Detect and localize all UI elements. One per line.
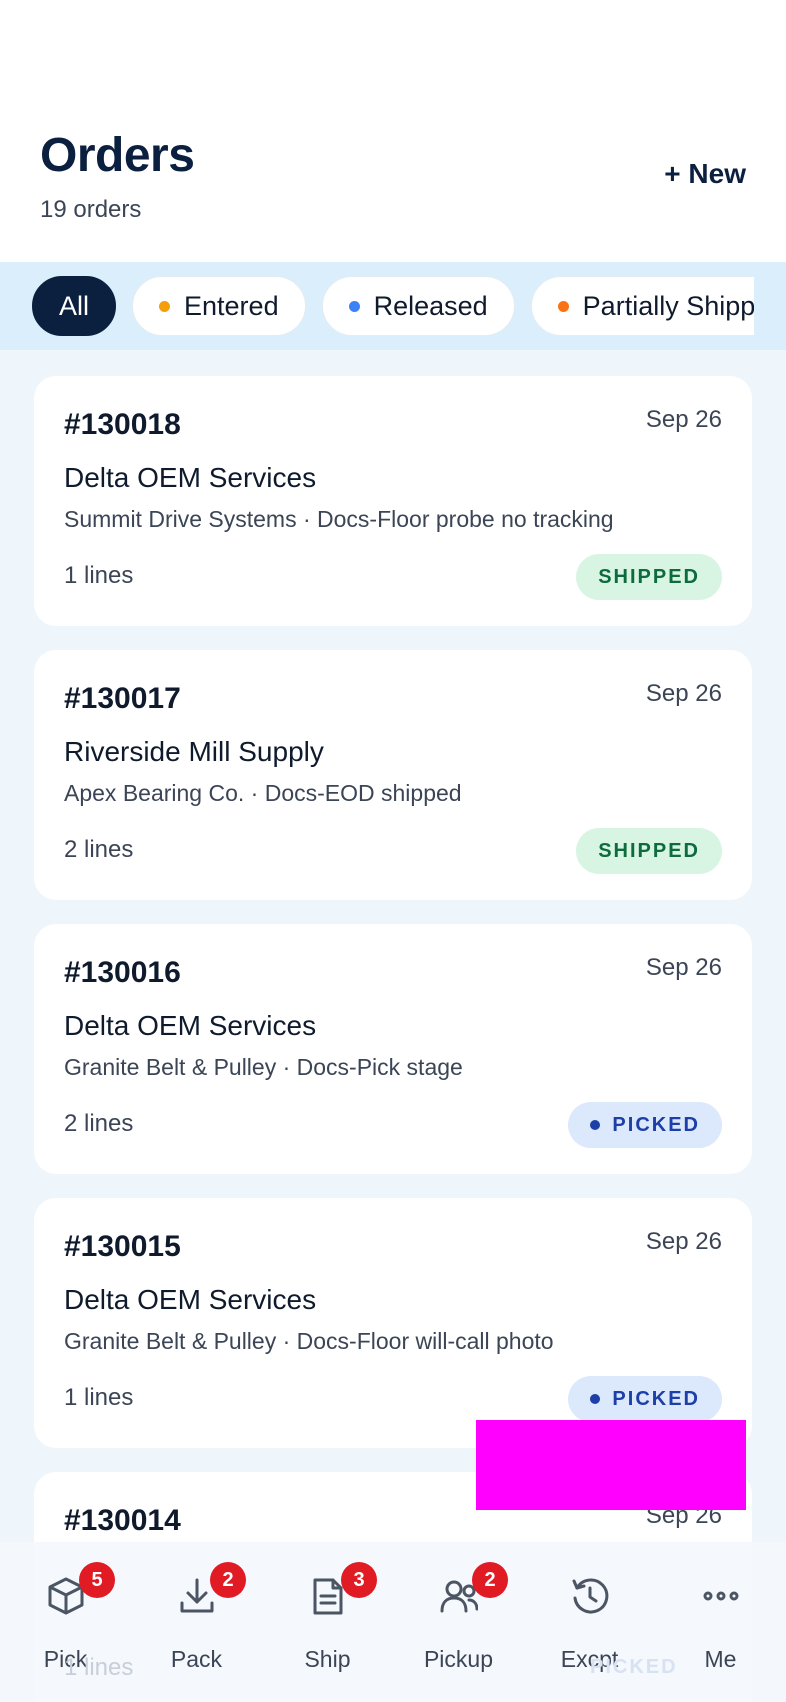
tab-count-badge: 3: [341, 1562, 377, 1598]
order-customer: Delta OEM Services: [64, 1010, 317, 1041]
page-title: Orders: [40, 129, 195, 182]
order-count: 19 orders: [40, 196, 142, 223]
order-card[interactable]: #130017 Sep 26 Riverside Mill Supply Ape…: [34, 650, 752, 900]
order-lines: 2 lines: [64, 836, 134, 863]
filter-chip-entered[interactable]: Entered: [132, 276, 306, 336]
status-badge: SHIPPED: [576, 828, 722, 874]
order-date: Sep 26: [645, 406, 722, 433]
order-date: Sep 26: [645, 680, 722, 707]
tab-count-badge: 5: [79, 1562, 115, 1598]
status-badge-label: PICKED: [612, 1113, 700, 1136]
order-lines: 1 lines: [64, 1654, 134, 1681]
tab-count-badge: 2: [472, 1562, 508, 1598]
order-lines: 1 lines: [64, 562, 134, 589]
order-number: #130018: [64, 408, 181, 441]
tab-pick[interactable]: 5 Pick: [0, 1542, 131, 1672]
status-badge-label: PICKED: [612, 1387, 700, 1410]
order-detail: Summit Drive Systems · Docs-Floor probe …: [64, 506, 614, 532]
order-customer: Delta OEM Services: [64, 1284, 317, 1315]
more-icon: [703, 1591, 739, 1601]
status-badge-label: SHIPPED: [598, 565, 700, 588]
status-dot-icon: [590, 1394, 601, 1404]
order-detail: Granite Belt & Pulley · Docs-Floor will-…: [64, 1328, 554, 1354]
status-badge: PICKED: [568, 1102, 722, 1148]
status-dot-icon: [590, 1120, 601, 1130]
order-lines: 2 lines: [64, 1110, 134, 1137]
page-header: Orders 19 orders + New: [0, 0, 786, 262]
filter-chip-label: Partially Shipped: [582, 290, 754, 321]
filter-chip-all[interactable]: All: [32, 276, 117, 336]
tab-me[interactable]: Me: [655, 1542, 786, 1672]
tab-label: Ship: [304, 1646, 351, 1672]
order-number: #130017: [64, 682, 181, 715]
order-number: #130015: [64, 1230, 181, 1263]
order-lines: 1 lines: [64, 1384, 134, 1411]
tab-label: Pack: [170, 1646, 223, 1672]
filter-chips-scroll[interactable]: All Entered Released Partially Shipped: [32, 276, 754, 338]
status-badge: PICKED: [568, 1376, 722, 1422]
tab-count-badge: 2: [210, 1562, 246, 1598]
filter-chip-label: All: [59, 290, 90, 321]
new-order-button[interactable]: + New: [664, 158, 746, 190]
order-number: #130014: [64, 1504, 181, 1537]
tab-pack[interactable]: 2 Pack: [131, 1542, 262, 1672]
tab-exceptions[interactable]: Excpt: [524, 1542, 655, 1672]
status-badge-label: SHIPPED: [598, 839, 700, 862]
order-card[interactable]: #130016 Sep 26 Delta OEM Services Granit…: [34, 924, 752, 1174]
filter-chip-released[interactable]: Released: [321, 276, 515, 336]
status-badge: SHIPPED: [576, 554, 722, 600]
order-detail: Apex Bearing Co. · Docs-EOD shipped: [64, 780, 462, 806]
order-card[interactable]: #130015 Sep 26 Delta OEM Services Granit…: [34, 1198, 752, 1448]
order-detail: Granite Belt & Pulley · Docs-Pick stage: [64, 1054, 463, 1080]
order-customer: Delta OEM Services: [64, 462, 317, 493]
tab-ship[interactable]: 3 Ship: [262, 1542, 393, 1672]
redaction-block: [476, 1420, 746, 1510]
order-number: #130016: [64, 956, 181, 989]
status-dot-icon: [557, 300, 569, 312]
status-dot-icon: [159, 300, 171, 312]
order-card[interactable]: #130018 Sep 26 Delta OEM Services Summit…: [34, 376, 752, 626]
status-dot-icon: [348, 300, 360, 312]
tab-label: Pickup: [423, 1646, 494, 1672]
filter-chip-label: Released: [373, 290, 488, 321]
tab-pickup[interactable]: 2 Pickup: [393, 1542, 524, 1672]
filter-chip-partially-shipped[interactable]: Partially Shipped: [530, 276, 754, 336]
history-icon: [572, 1578, 609, 1614]
status-filter-bar: All Entered Released Partially Shipped: [0, 262, 786, 350]
filter-chip-label: Entered: [184, 290, 279, 321]
order-customer: Riverside Mill Supply: [64, 736, 324, 767]
status-badge-label: PICKED: [590, 1656, 678, 1678]
order-date: Sep 26: [645, 954, 722, 981]
order-date: Sep 26: [645, 1228, 722, 1255]
